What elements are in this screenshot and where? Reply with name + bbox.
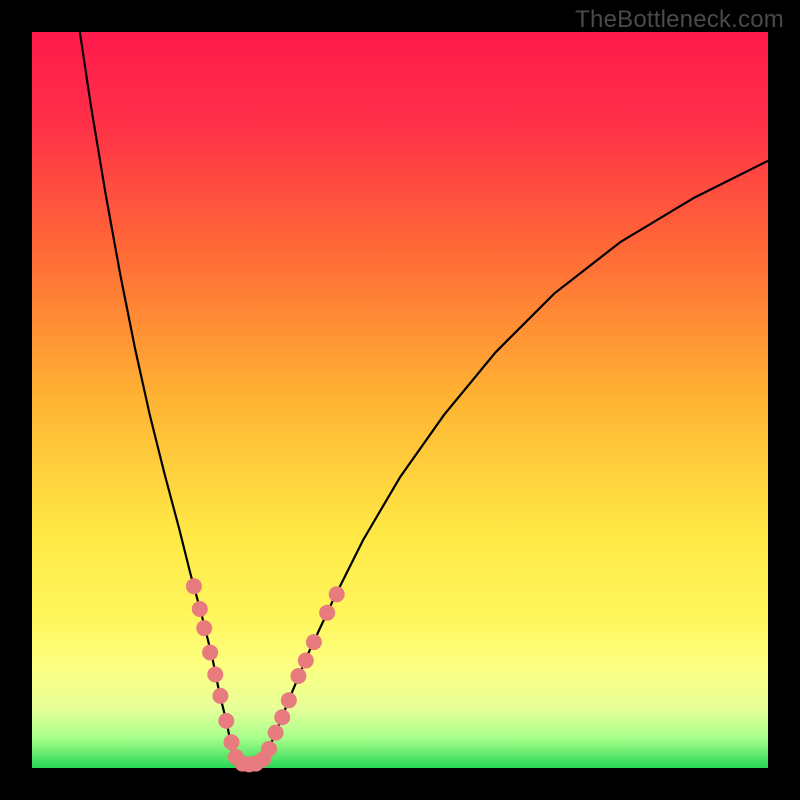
data-marker <box>298 653 314 669</box>
data-marker <box>212 688 228 704</box>
chart-frame: TheBottleneck.com <box>0 0 800 800</box>
curve-layer <box>32 32 768 768</box>
marker-group <box>186 578 345 772</box>
data-marker <box>186 578 202 594</box>
data-marker <box>268 725 284 741</box>
data-marker <box>207 667 223 683</box>
bottleneck-curve <box>80 32 768 764</box>
data-marker <box>281 692 297 708</box>
plot-area <box>32 32 768 768</box>
data-marker <box>261 741 277 757</box>
data-marker <box>290 668 306 684</box>
watermark-text: TheBottleneck.com <box>575 6 784 34</box>
data-marker <box>202 644 218 660</box>
data-marker <box>306 634 322 650</box>
data-marker <box>223 734 239 750</box>
data-marker <box>329 586 345 602</box>
data-marker <box>274 709 290 725</box>
data-marker <box>319 605 335 621</box>
data-marker <box>218 713 234 729</box>
data-marker <box>196 620 212 636</box>
data-marker <box>192 601 208 617</box>
